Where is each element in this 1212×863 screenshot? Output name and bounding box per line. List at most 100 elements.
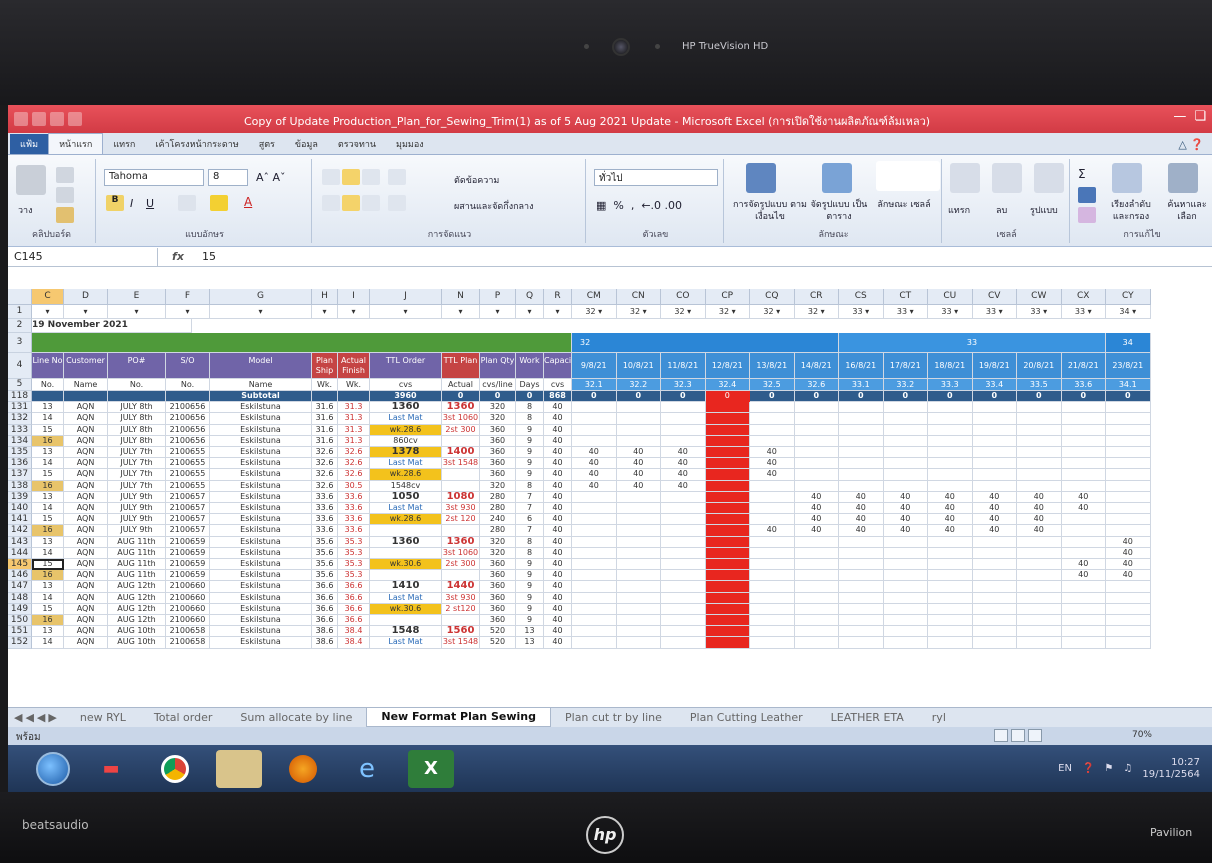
row-header[interactable]: 143 (8, 536, 32, 548)
table-cell[interactable]: Last Mat (370, 458, 442, 470)
column-header[interactable]: CO (661, 289, 706, 305)
table-cell[interactable]: 40 (544, 402, 572, 414)
plan-cell[interactable] (1061, 536, 1106, 548)
table-cell[interactable]: 1360 (370, 402, 442, 414)
table-cell[interactable]: 16 (32, 525, 64, 537)
table-cell[interactable]: JULY 8th (108, 424, 166, 436)
table-cell[interactable]: JULY 9th (108, 491, 166, 503)
plan-cell[interactable]: 40 (1017, 491, 1062, 503)
plan-cell[interactable] (750, 547, 795, 559)
plan-cell[interactable] (1017, 637, 1062, 649)
plan-cell[interactable] (928, 570, 973, 582)
font-name-select[interactable]: Tahoma (104, 169, 204, 186)
plan-cell[interactable]: 40 (883, 503, 928, 515)
row-header[interactable]: 140 (8, 503, 32, 515)
plan-cell[interactable]: 40 (1061, 503, 1106, 515)
table-cell[interactable]: 3st 1060 (442, 547, 480, 559)
table-cell[interactable]: 1548 (370, 626, 442, 638)
filter-dropdown[interactable]: 32 ▾ (750, 305, 795, 319)
table-cell[interactable]: JULY 7th (108, 447, 166, 459)
plan-cell[interactable] (794, 447, 839, 459)
table-cell[interactable]: AQN (64, 525, 108, 537)
plan-cell[interactable] (572, 570, 617, 582)
table-cell[interactable] (442, 469, 480, 481)
table-cell[interactable]: 2100657 (166, 503, 210, 515)
table-cell[interactable]: 40 (544, 547, 572, 559)
table-cell[interactable]: 280 (480, 525, 516, 537)
plan-cell[interactable]: 40 (794, 514, 839, 526)
column-header[interactable]: CR (794, 289, 839, 305)
plan-cell[interactable] (1106, 447, 1151, 459)
plan-cell[interactable] (928, 458, 973, 470)
plan-cell[interactable] (661, 603, 706, 615)
plan-cell[interactable] (572, 402, 617, 414)
column-header[interactable]: CU (928, 289, 973, 305)
indent-icon[interactable] (388, 195, 406, 211)
fx-icon[interactable]: fx (158, 250, 198, 263)
insert-button[interactable]: แทรก (948, 203, 970, 217)
plan-cell[interactable]: 40 (572, 480, 617, 492)
table-cell[interactable]: 360 (480, 615, 516, 627)
table-cell[interactable]: AQN (64, 435, 108, 447)
plan-cell[interactable] (1106, 637, 1151, 649)
column-header[interactable]: CS (839, 289, 884, 305)
plan-cell[interactable] (705, 603, 750, 615)
plan-cell[interactable] (750, 402, 795, 414)
column-header[interactable]: R (544, 289, 572, 305)
formula-input[interactable]: 15 (198, 250, 216, 263)
table-cell[interactable]: 2100659 (166, 536, 210, 548)
table-cell[interactable]: 35.3 (338, 559, 370, 571)
plan-cell[interactable] (1061, 637, 1106, 649)
plan-cell[interactable] (928, 603, 973, 615)
plan-cell[interactable] (1061, 424, 1106, 436)
table-cell[interactable]: 38.4 (338, 637, 370, 649)
table-cell[interactable]: 13 (32, 536, 64, 548)
plan-cell[interactable] (1017, 480, 1062, 492)
plan-cell[interactable]: 40 (661, 480, 706, 492)
plan-cell[interactable] (750, 615, 795, 627)
table-cell[interactable]: 1410 (370, 581, 442, 593)
table-cell[interactable]: 2st 120 (442, 514, 480, 526)
column-header[interactable]: CW (1017, 289, 1062, 305)
plan-cell[interactable] (705, 570, 750, 582)
filter-dropdown[interactable]: ▾ (108, 305, 166, 319)
table-cell[interactable]: JULY 8th (108, 435, 166, 447)
row-header[interactable]: 138 (8, 480, 32, 492)
table-cell[interactable]: 14 (32, 503, 64, 515)
plan-cell[interactable] (616, 491, 661, 503)
clear-icon[interactable] (1078, 207, 1096, 223)
plan-cell[interactable] (616, 435, 661, 447)
plan-cell[interactable] (928, 424, 973, 436)
table-cell[interactable]: AUG 10th (108, 637, 166, 649)
plan-cell[interactable] (661, 514, 706, 526)
plan-cell[interactable] (1106, 525, 1151, 537)
plan-cell[interactable] (794, 435, 839, 447)
table-cell[interactable]: 40 (544, 491, 572, 503)
table-cell[interactable]: 9 (516, 424, 544, 436)
plan-cell[interactable] (572, 525, 617, 537)
table-cell[interactable]: 2st 300 (442, 559, 480, 571)
table-cell[interactable]: 1080 (442, 491, 480, 503)
plan-cell[interactable] (661, 581, 706, 593)
plan-cell[interactable]: 40 (1061, 491, 1106, 503)
plan-cell[interactable] (705, 424, 750, 436)
align-top-icon[interactable] (322, 169, 340, 185)
plan-cell[interactable] (1017, 559, 1062, 571)
table-cell[interactable]: Eskilstuna (210, 491, 312, 503)
table-cell[interactable]: 2100655 (166, 447, 210, 459)
plan-cell[interactable] (1061, 458, 1106, 470)
plan-cell[interactable] (1017, 615, 1062, 627)
plan-cell[interactable]: 40 (972, 503, 1017, 515)
plan-cell[interactable] (705, 435, 750, 447)
table-cell[interactable]: 40 (544, 458, 572, 470)
find-select-button[interactable]: ค้นหาและ เลือก (1162, 199, 1212, 223)
table-cell[interactable]: 360 (480, 603, 516, 615)
plan-cell[interactable] (705, 592, 750, 604)
plan-cell[interactable] (1017, 536, 1062, 548)
table-cell[interactable]: 38.4 (338, 626, 370, 638)
table-cell[interactable]: AUG 12th (108, 615, 166, 627)
plan-cell[interactable] (883, 592, 928, 604)
plan-cell[interactable] (839, 469, 884, 481)
paste-button[interactable]: วาง (18, 203, 33, 217)
page-break-view-icon[interactable] (1028, 729, 1042, 742)
